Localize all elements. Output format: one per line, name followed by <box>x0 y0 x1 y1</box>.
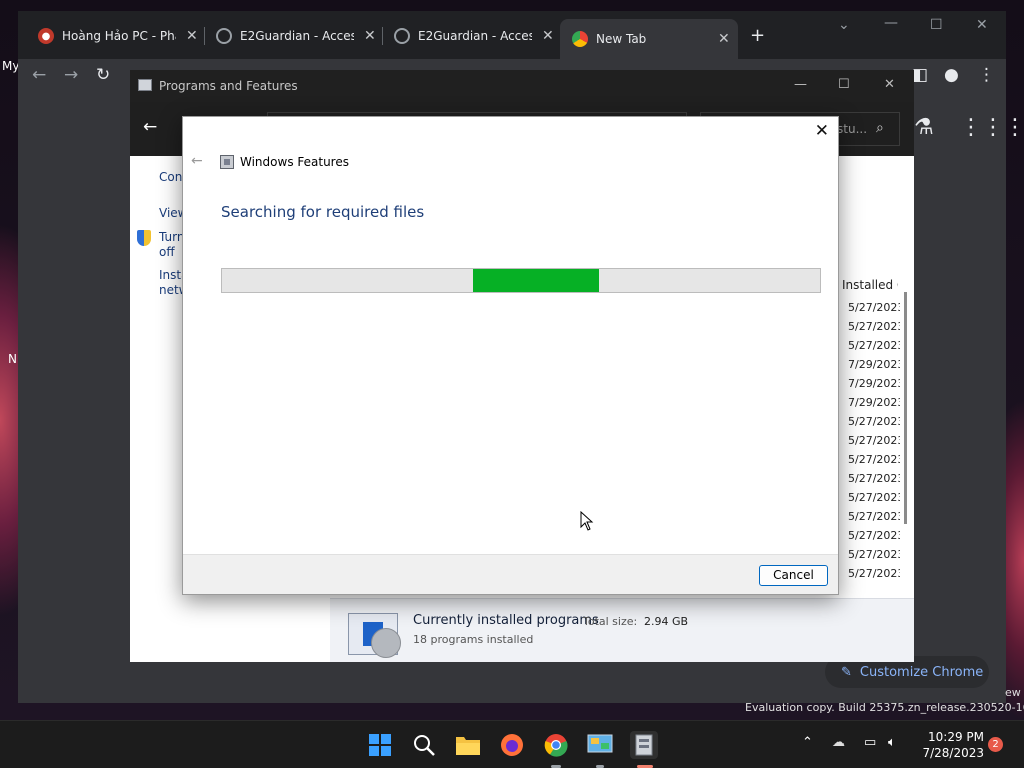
table-cell-date: 7/29/2023 <box>848 377 900 390</box>
evaluation-watermark: Evaluation copy. Build 25375.zn_release.… <box>745 701 1024 714</box>
tab-title: New Tab <box>596 32 647 46</box>
pencil-icon: ✎ <box>841 664 852 680</box>
minimize-icon[interactable]: — <box>794 77 807 92</box>
window-titlebar: Programs and Features — ☐ ✕ <box>130 70 914 102</box>
total-size-label: Total size: <box>583 615 638 628</box>
control-panel-icon <box>138 79 152 91</box>
volume-icon[interactable]: 🔈︎ <box>888 735 896 750</box>
cloud-offline-icon[interactable]: ☁ <box>832 735 845 750</box>
back-icon[interactable]: ← <box>32 65 46 85</box>
table-cell-date: 7/29/2023 <box>848 396 900 409</box>
globe-icon <box>394 28 410 44</box>
site-favicon-icon: ● <box>38 28 54 44</box>
forward-icon[interactable]: → <box>64 65 78 85</box>
chevron-up-icon[interactable]: ⌃ <box>802 735 813 750</box>
desktop-label: N <box>8 352 17 366</box>
tab-strip: ● Hoàng Hảo PC - Phầ ✕ E2Guardian - Acce… <box>18 11 1006 59</box>
tab-title: Hoàng Hảo PC - Phầ <box>62 29 176 43</box>
windows-features-icon <box>220 155 234 169</box>
close-window-icon[interactable]: ✕ <box>884 77 895 92</box>
table-cell-date: 5/27/2023 <box>848 510 900 523</box>
file-explorer-icon[interactable] <box>454 731 482 759</box>
total-size-value: 2.94 GB <box>644 615 689 628</box>
maximize-icon[interactable]: ☐ <box>930 17 943 33</box>
notification-badge[interactable]: 2 <box>988 737 1003 752</box>
back-icon[interactable]: ← <box>143 117 157 137</box>
control-panel-taskbar-icon[interactable] <box>586 731 614 759</box>
close-icon[interactable]: ✕ <box>815 121 829 141</box>
table-cell-date: 5/27/2023 <box>848 453 900 466</box>
table-cell-date: 5/27/2023 <box>848 415 900 428</box>
table-cell-date: 5/27/2023 <box>848 548 900 561</box>
clock-date: 7/28/2023 <box>922 746 984 760</box>
table-cell-date: 5/27/2023 <box>848 567 900 580</box>
back-arrow-icon: ← <box>191 153 203 169</box>
window-title: Programs and Features <box>159 79 298 93</box>
network-icon[interactable]: ▭ <box>864 735 876 750</box>
windows-features-taskbar-icon[interactable] <box>630 731 658 759</box>
clock-time: 10:29 PM <box>928 730 984 744</box>
tab-hoang-hao[interactable]: ● Hoàng Hảo PC - Phầ ✕ <box>38 21 198 51</box>
tab-title: E2Guardian - Access <box>240 29 354 43</box>
firefox-icon[interactable] <box>498 731 526 759</box>
dialog-footer: Cancel <box>183 554 838 594</box>
uac-shield-icon <box>137 230 151 246</box>
program-count: 18 programs installed <box>413 633 534 646</box>
side-panel-icon[interactable]: ◧ <box>912 65 928 85</box>
desktop-label: My <box>2 59 20 73</box>
close-tab-icon[interactable]: ✕ <box>186 28 198 44</box>
profile-icon[interactable]: ● <box>944 65 959 85</box>
new-tab-button[interactable]: + <box>750 25 765 46</box>
table-cell-date: 5/27/2023 <box>848 472 900 485</box>
programs-cd-icon <box>348 613 401 658</box>
system-clock[interactable]: 10:29 PM 7/28/2023 <box>914 729 984 761</box>
tab-e2guardian-2[interactable]: E2Guardian - Access ✕ <box>394 21 554 51</box>
taskbar: ⌃ ☁ ▭ 🔈︎ 10:29 PM 7/28/2023 2 <box>0 720 1024 768</box>
tab-divider <box>204 27 205 45</box>
search-placeholder: stu... <box>837 122 868 136</box>
cancel-button[interactable]: Cancel <box>759 565 828 586</box>
table-cell-date: 5/27/2023 <box>848 491 900 504</box>
chrome-icon[interactable] <box>542 731 570 759</box>
desktop-edge-text: ew <box>1005 686 1021 699</box>
chrome-logo-icon <box>572 31 588 47</box>
table-cell-date: 7/29/2023 <box>848 358 900 371</box>
details-pane: Currently installed programs Total size:… <box>330 598 914 662</box>
table-cell-date: 5/27/2023 <box>848 320 900 333</box>
close-tab-icon[interactable]: ✕ <box>364 28 376 44</box>
table-cell-date: 5/27/2023 <box>848 339 900 352</box>
customize-chrome-label: Customize Chrome <box>859 664 984 680</box>
dialog-title: Windows Features <box>240 155 349 169</box>
start-button[interactable] <box>366 731 394 759</box>
close-tab-icon[interactable]: ✕ <box>718 31 730 47</box>
minimize-icon[interactable]: — <box>884 15 898 31</box>
installed-programs-heading: Currently installed programs <box>413 613 599 628</box>
table-cell-date: 5/27/2023 <box>848 434 900 447</box>
status-heading: Searching for required files <box>221 203 425 221</box>
column-header-installed-on[interactable]: Installed On <box>842 278 898 292</box>
search-icon: ⌕ <box>876 120 884 136</box>
menu-icon[interactable]: ⋮ <box>978 65 995 85</box>
tab-title: E2Guardian - Access <box>418 29 532 43</box>
close-tab-icon[interactable]: ✕ <box>542 28 554 44</box>
list-scrollbar[interactable] <box>904 292 907 524</box>
programs-list: Installed On 5/27/2023 5/27/2023 5/27/20… <box>830 250 914 590</box>
progress-bar-fill <box>473 269 599 292</box>
table-cell-date: 5/27/2023 <box>848 301 900 314</box>
close-window-icon[interactable]: ✕ <box>976 17 988 33</box>
search-icon[interactable] <box>410 731 438 759</box>
labs-flask-icon[interactable]: ⚗ <box>914 115 934 140</box>
tab-search-icon[interactable]: ⌄ <box>838 17 850 33</box>
tab-divider <box>382 27 383 45</box>
table-cell-date: 5/27/2023 <box>848 529 900 542</box>
reload-icon[interactable]: ↻ <box>96 65 110 85</box>
tab-new-tab[interactable]: New Tab ✕ <box>560 19 738 59</box>
maximize-icon[interactable]: ☐ <box>838 77 850 92</box>
windows-features-dialog: ✕ ← Windows Features Searching for requi… <box>182 116 839 595</box>
progress-bar <box>221 268 821 293</box>
apps-grid-icon[interactable]: ⋮⋮⋮ <box>960 115 1024 140</box>
globe-icon <box>216 28 232 44</box>
tab-e2guardian-1[interactable]: E2Guardian - Access ✕ <box>216 21 376 51</box>
